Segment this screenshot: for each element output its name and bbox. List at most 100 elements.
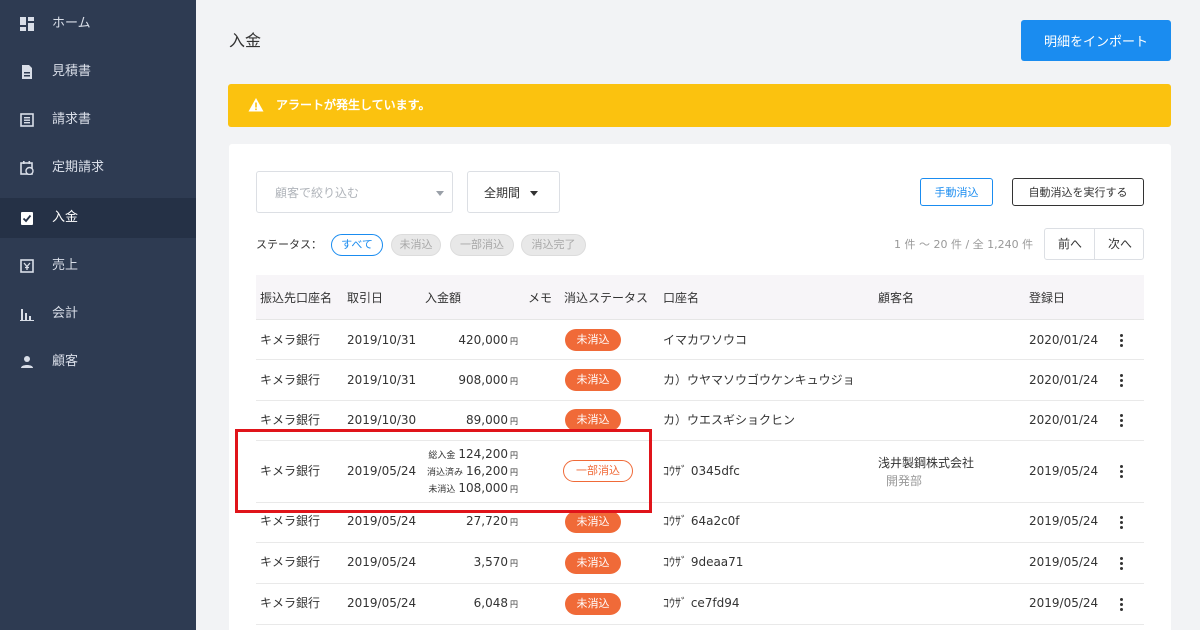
cell-bank: キメラ銀行	[260, 373, 321, 387]
payments-panel: 顧客で絞り込む 全期間 手動消込 自動消込を実行する ステータス： すべて 未消…	[229, 144, 1171, 630]
row-menu-icon[interactable]	[1120, 374, 1124, 388]
auto-match-button[interactable]: 自動消込を実行する	[1012, 178, 1144, 206]
cell-customer: 浅井製鋼株式会社	[878, 456, 975, 470]
status-chip-partial[interactable]: 一部消込	[450, 234, 514, 256]
table-row[interactable]: キメラ銀行 2019/10/31 908,000 円 未消込 カ）ウヤマソウゴウケ…	[256, 360, 1144, 401]
row-menu-icon[interactable]	[1120, 557, 1124, 571]
sidebar-item-label: 会計	[52, 306, 79, 321]
check-clipboard-icon	[21, 212, 33, 225]
row-menu-icon[interactable]	[1120, 414, 1124, 428]
sidebar-item-estimates[interactable]: 見積書	[0, 52, 196, 92]
document-icon	[22, 65, 32, 79]
import-statement-button[interactable]: 明細をインポート	[1021, 20, 1171, 61]
highlight-box	[235, 429, 652, 513]
status-filter-label: ステータス：	[256, 238, 322, 251]
column-header-customer[interactable]: 顧客名	[878, 289, 914, 307]
table-row[interactable]: キメラ銀行 2019/10/31 420,000 円 未消込 イマカワソウコ 20…	[256, 320, 1144, 360]
cell-amount: 908,000 円	[458, 373, 518, 387]
cell-account: カ）ウヤマソウゴウケンキュウジョ	[663, 373, 855, 387]
cell-amount: 3,570 円	[473, 555, 518, 569]
cell-bank: キメラ銀行	[260, 555, 321, 569]
cell-bank: キメラ銀行	[260, 596, 321, 610]
sidebar-item-accounting[interactable]: 会計	[0, 294, 196, 334]
cell-amount: 89,000 円	[466, 413, 518, 427]
sidebar-item-label: 定期請求	[52, 160, 105, 175]
row-menu-icon[interactable]	[1120, 334, 1124, 348]
cell-date: 2019/05/24	[347, 514, 417, 528]
status-badge: 未消込	[565, 593, 621, 615]
bar-chart-icon	[20, 309, 34, 321]
next-page-button[interactable]: 次へ	[1095, 229, 1145, 259]
column-header-date[interactable]: 取引日	[347, 289, 383, 307]
status-badge: 未消込	[565, 511, 621, 533]
cell-registered: 2020/01/24	[1029, 373, 1099, 387]
warning-icon	[248, 98, 264, 112]
alert-text: アラートが発生しています。	[276, 98, 431, 112]
sidebar-item-label: 売上	[52, 258, 79, 273]
sidebar-item-label: ホーム	[52, 16, 91, 31]
table-row[interactable]: キメラ銀行 2019/05/24 6,048 円 未消込 ｺｳｻﾞ ce7fd94…	[256, 584, 1144, 625]
status-chip-complete[interactable]: 消込完了	[521, 234, 586, 256]
yen-box-icon	[20, 259, 34, 273]
column-header-account[interactable]: 口座名	[663, 289, 699, 307]
cell-registered: 2020/01/24	[1029, 333, 1099, 347]
customer-filter-select[interactable]: 顧客で絞り込む	[256, 171, 453, 213]
cell-bank: キメラ銀行	[260, 514, 321, 528]
column-header-memo[interactable]: メモ	[528, 289, 552, 307]
page-title: 入金	[229, 31, 262, 50]
person-icon	[21, 356, 33, 368]
dashboard-icon	[20, 17, 34, 31]
pagination: 前へ 次へ	[1044, 228, 1144, 260]
status-chip-all[interactable]: すべて	[331, 234, 383, 256]
row-menu-icon[interactable]	[1120, 516, 1124, 530]
cell-registered: 2019/05/24	[1029, 464, 1099, 478]
cell-account: カ）ウエスギショクヒン	[663, 413, 796, 427]
calendar-clock-icon	[20, 161, 34, 175]
row-menu-icon[interactable]	[1120, 598, 1124, 612]
row-menu-icon[interactable]	[1120, 465, 1124, 479]
status-badge: 未消込	[565, 552, 621, 574]
table-row[interactable]: キメラ銀行 2019/05/24 3,570 円 未消込 ｺｳｻﾞ 9deaa71…	[256, 543, 1144, 584]
sidebar-item-label: 請求書	[52, 112, 92, 127]
sidebar-item-recurring[interactable]: 定期請求	[0, 148, 196, 188]
cell-registered: 2019/05/24	[1029, 514, 1099, 528]
list-icon	[20, 113, 34, 127]
cell-account: ｺｳｻﾞ 0345dfc	[663, 464, 740, 478]
cell-account: ｺｳｻﾞ 64a2c0f	[663, 514, 740, 528]
column-header-registered[interactable]: 登録日	[1029, 289, 1065, 307]
cell-account: イマカワソウコ	[663, 333, 748, 347]
chevron-down-icon	[530, 191, 538, 196]
column-header-amount[interactable]: 入金額	[425, 289, 461, 307]
cell-date: 2019/10/31	[347, 373, 417, 387]
cell-amount: 27,720 円	[466, 514, 518, 528]
prev-page-button[interactable]: 前へ	[1045, 229, 1095, 259]
manual-match-button[interactable]: 手動消込	[920, 178, 993, 206]
cell-date: 2019/10/30	[347, 413, 417, 427]
cell-amount: 420,000 円	[458, 333, 518, 347]
cell-registered: 2019/05/24	[1029, 596, 1099, 610]
cell-date: 2019/05/24	[347, 596, 417, 610]
cell-registered: 2020/01/24	[1029, 413, 1099, 427]
sidebar-item-label: 顧客	[52, 354, 79, 369]
sidebar-item-label: 見積書	[52, 64, 92, 79]
sidebar: ホーム 見積書 請求書 定期請求 入金 売上 会計 顧客	[0, 0, 196, 630]
cell-account: ｺｳｻﾞ ce7fd94	[663, 596, 740, 610]
column-header-status[interactable]: 消込ステータス	[564, 289, 648, 307]
sidebar-item-sales[interactable]: 売上	[0, 246, 196, 286]
sidebar-item-invoices[interactable]: 請求書	[0, 100, 196, 140]
pagination-summary: 1 件 〜 20 件 / 全 1,240 件	[894, 238, 1034, 251]
sidebar-item-home[interactable]: ホーム	[0, 4, 196, 44]
sidebar-item-label: 入金	[52, 210, 79, 225]
cell-bank: キメラ銀行	[260, 413, 321, 427]
cell-amount: 6,048 円	[473, 596, 518, 610]
status-chip-unmatched[interactable]: 未消込	[391, 234, 441, 256]
sidebar-item-customers[interactable]: 顧客	[0, 342, 196, 382]
alert-banner: アラートが発生しています。	[228, 84, 1171, 127]
status-badge: 未消込	[565, 409, 621, 431]
sidebar-item-payments[interactable]: 入金	[0, 198, 196, 238]
period-filter-select[interactable]: 全期間	[467, 171, 560, 213]
table-header: 振込先口座名 取引日 入金額 メモ 消込ステータス 口座名 顧客名 登録日	[256, 275, 1144, 320]
column-header-bank[interactable]: 振込先口座名	[260, 289, 332, 307]
cell-date: 2019/10/31	[347, 333, 417, 347]
status-badge: 未消込	[565, 329, 621, 351]
